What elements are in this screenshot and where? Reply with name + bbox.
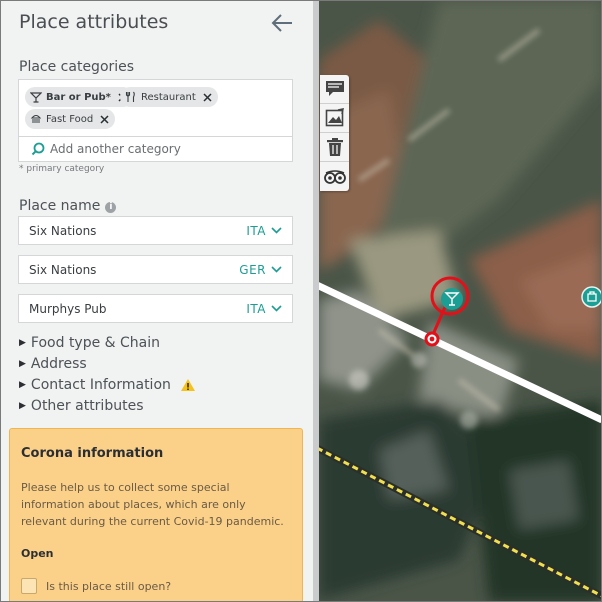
tripadvisor-icon — [323, 169, 346, 184]
burger-icon — [30, 114, 42, 123]
search-icon — [31, 142, 45, 156]
image-edit-icon — [325, 108, 344, 127]
cocktail-icon — [30, 92, 42, 103]
section-contact-information[interactable]: ▶ Contact Information — [19, 377, 196, 393]
place-name-label: Place name i — [19, 198, 117, 214]
chip-bar-or-pub[interactable]: Bar or Pub* — [25, 87, 133, 107]
corona-panel: Corona information Please help us to col… — [9, 428, 303, 602]
chevron-down-icon — [271, 266, 282, 273]
language-select[interactable]: GER — [239, 263, 282, 277]
photo-edit-button[interactable] — [320, 104, 349, 133]
chip-restaurant[interactable]: Restaurant — [120, 87, 218, 107]
triangle-right-icon: ▶ — [19, 380, 26, 390]
section-other-attributes[interactable]: ▶ Other attributes — [19, 398, 143, 414]
language-select[interactable]: ITA — [246, 302, 282, 316]
chevron-down-icon — [271, 227, 282, 234]
place-name-field[interactable]: Murphys Pub ITA — [18, 294, 293, 323]
page-title: Place attributes — [19, 11, 169, 33]
section-food-type-chain[interactable]: ▶ Food type & Chain — [19, 335, 160, 351]
info-icon[interactable]: i — [105, 202, 117, 213]
tripadvisor-button[interactable] — [320, 162, 349, 191]
comment-button[interactable] — [320, 75, 349, 104]
corona-description: Please help us to collect some special i… — [21, 481, 284, 528]
language-select[interactable]: ITA — [246, 224, 282, 238]
place-categories-label: Place categories — [19, 59, 135, 75]
sidebar: Place attributes Place categories Bar or… — [0, 0, 313, 602]
chip-fast-food[interactable]: Fast Food — [25, 109, 116, 129]
triangle-right-icon: ▶ — [19, 338, 26, 348]
chevron-down-icon — [271, 305, 282, 312]
divider — [19, 136, 292, 137]
still-open-checkbox-row[interactable]: Is this place still open? — [21, 578, 171, 594]
trash-icon — [326, 138, 343, 156]
triangle-right-icon: ▶ — [19, 359, 26, 369]
warning-icon — [180, 379, 195, 391]
open-label: Open — [21, 547, 54, 560]
delete-button[interactable] — [320, 133, 349, 162]
close-icon[interactable] — [100, 114, 109, 124]
map-view[interactable] — [319, 0, 602, 602]
corona-title: Corona information — [21, 446, 164, 461]
category-box: Bar or Pub* Restaurant Fast Food Add ano… — [18, 79, 293, 162]
close-icon[interactable] — [203, 92, 212, 102]
place-name-field[interactable]: Six Nations ITA — [18, 216, 293, 245]
add-category-input[interactable]: Add another category — [31, 142, 181, 156]
map-toolbar — [320, 75, 349, 191]
primary-category-hint: * primary category — [19, 164, 105, 174]
chat-bubble-icon — [325, 81, 344, 96]
arrow-left-icon[interactable] — [270, 12, 296, 34]
satellite-imagery — [319, 0, 602, 602]
triangle-right-icon: ▶ — [19, 401, 26, 411]
fork-knife-icon — [125, 91, 135, 102]
place-name-field[interactable]: Six Nations GER — [18, 255, 293, 284]
section-address[interactable]: ▶ Address — [19, 356, 87, 372]
still-open-checkbox[interactable] — [21, 578, 37, 594]
